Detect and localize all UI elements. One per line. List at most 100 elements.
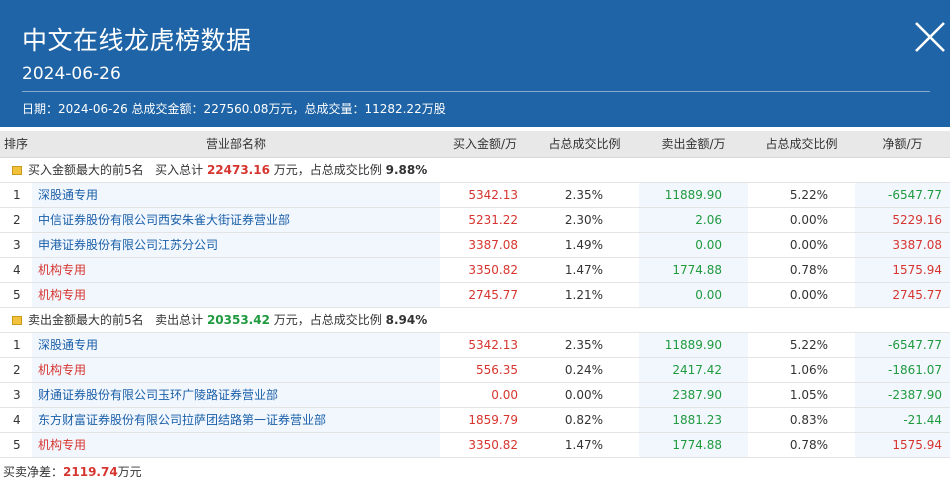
buy-ratio: 1.47%	[530, 257, 639, 283]
group-total-suffix: 万元，占总成交比例	[273, 313, 382, 327]
net-difference-value: 2119.74	[63, 465, 118, 479]
buy-ratio: 2.35%	[530, 182, 639, 208]
sell-ratio: 1.05%	[748, 382, 855, 408]
sell-amount: 11889.90	[639, 332, 748, 358]
buy-group-header: 买入金额最大的前5名 买入总计 22473.16 万元，占总成交比例 9.88%	[0, 157, 950, 183]
col-branch-name: 营业部名称	[32, 131, 440, 158]
row-rank: 2	[0, 357, 32, 383]
branch-link[interactable]: 深股通专用	[32, 332, 440, 358]
close-icon[interactable]	[912, 19, 948, 55]
branch-link[interactable]: 深股通专用	[32, 182, 440, 208]
sell-amount: 0.00	[639, 282, 748, 308]
folder-icon	[12, 316, 22, 325]
group-label: 买入金额最大的前5名	[28, 163, 144, 177]
buy-ratio: 2.30%	[530, 207, 639, 233]
sell-group-header: 卖出金额最大的前5名 卖出总计 20353.42 万元，占总成交比例 8.94%	[0, 307, 950, 333]
group-total-prefix: 卖出总计	[155, 313, 204, 327]
table-header-row: 排序 营业部名称 买入金额/万 占总成交比例 卖出金额/万 占总成交比例 净额/…	[0, 131, 950, 158]
table-row: 1 深股通专用 5342.13 2.35% 11889.90 5.22% -6547.77	[0, 182, 950, 208]
col-buy-ratio: 占总成交比例	[530, 131, 639, 158]
net-amount: -2387.90	[855, 382, 950, 408]
table-row: 5 机构专用 2745.77 1.21% 0.00 0.00% 2745.77	[0, 282, 950, 308]
folder-icon	[12, 166, 22, 175]
col-sell-amount: 卖出金额/万	[639, 131, 748, 158]
net-difference-label: 买卖净差：	[3, 465, 64, 479]
group-total-value: 22473.16	[206, 163, 270, 177]
buy-ratio: 1.47%	[530, 432, 639, 458]
header-panel: 中文在线龙虎榜数据 2024-06-26 日期：2024-06-26 总成交金额…	[0, 0, 950, 127]
branch-link[interactable]: 财通证券股份有限公司玉环广陵路证券营业部	[32, 382, 440, 408]
sell-amount: 0.00	[639, 232, 748, 258]
sell-ratio: 1.06%	[748, 357, 855, 383]
sell-amount: 1881.23	[639, 407, 748, 433]
branch-link[interactable]: 机构专用	[32, 357, 440, 383]
row-rank: 2	[0, 207, 32, 233]
net-difference-unit: 万元	[117, 465, 142, 479]
buy-ratio: 1.21%	[530, 282, 639, 308]
sell-ratio: 0.83%	[748, 407, 855, 433]
page-title: 中文在线龙虎榜数据	[22, 26, 252, 55]
buy-amount: 2745.77	[440, 282, 530, 308]
net-amount: 3387.08	[855, 232, 950, 258]
row-rank: 5	[0, 282, 32, 308]
net-amount: -6547.77	[855, 332, 950, 358]
group-label: 卖出金额最大的前5名	[28, 313, 144, 327]
table-row: 2 中信证券股份有限公司西安朱雀大街证券营业部 5231.22 2.30% 2.06 0.…	[0, 207, 950, 233]
group-total-value: 20353.42	[206, 313, 270, 327]
header-divider	[22, 91, 930, 92]
buy-ratio: 0.00%	[530, 382, 639, 408]
sell-group-summary: 卖出金额最大的前5名 卖出总计 20353.42 万元，占总成交比例 8.94%	[0, 307, 950, 333]
buy-amount: 5342.13	[440, 182, 530, 208]
branch-link[interactable]: 机构专用	[32, 432, 440, 458]
net-amount: -6547.77	[855, 182, 950, 208]
sell-ratio: 0.00%	[748, 282, 855, 308]
net-amount: 1575.94	[855, 432, 950, 458]
table-row: 5 机构专用 3350.82 1.47% 1774.88 0.78% 1575.94	[0, 432, 950, 458]
col-rank: 排序	[0, 131, 32, 158]
buy-amount: 5342.13	[440, 332, 530, 358]
sell-ratio: 0.00%	[748, 207, 855, 233]
sell-ratio: 0.78%	[748, 432, 855, 458]
branch-link[interactable]: 中信证券股份有限公司西安朱雀大街证券营业部	[32, 207, 440, 233]
lhb-table: 排序 营业部名称 买入金额/万 占总成交比例 卖出金额/万 占总成交比例 净额/…	[0, 131, 950, 458]
sell-amount: 1774.88	[639, 257, 748, 283]
net-amount: 2745.77	[855, 282, 950, 308]
net-difference: 买卖净差：2119.74万元	[3, 463, 142, 480]
row-rank: 3	[0, 382, 32, 408]
group-ratio: 8.94%	[385, 313, 428, 327]
group-total-prefix: 买入总计	[155, 163, 204, 177]
branch-link[interactable]: 申港证券股份有限公司江苏分公司	[32, 232, 440, 258]
branch-link[interactable]: 机构专用	[32, 257, 440, 283]
sell-amount: 1774.88	[639, 432, 748, 458]
buy-group-summary: 买入金额最大的前5名 买入总计 22473.16 万元，占总成交比例 9.88%	[0, 157, 950, 183]
table-row: 1 深股通专用 5342.13 2.35% 11889.90 5.22% -6547.77	[0, 332, 950, 358]
buy-amount: 5231.22	[440, 207, 530, 233]
buy-amount: 0.00	[440, 382, 530, 408]
branch-link[interactable]: 东方财富证券股份有限公司拉萨团结路第一证券营业部	[32, 407, 440, 433]
net-amount: 5229.16	[855, 207, 950, 233]
sell-amount: 2.06	[639, 207, 748, 233]
buy-ratio: 1.49%	[530, 232, 639, 258]
col-net-amount: 净额/万	[855, 131, 950, 158]
page-date: 2024-06-26	[22, 64, 121, 84]
buy-amount: 3350.82	[440, 257, 530, 283]
sell-ratio: 0.78%	[748, 257, 855, 283]
col-buy-amount: 买入金额/万	[440, 131, 530, 158]
branch-link[interactable]: 机构专用	[32, 282, 440, 308]
sell-amount: 2417.42	[639, 357, 748, 383]
table-row: 4 东方财富证券股份有限公司拉萨团结路第一证券营业部 1859.79 0.82% 188…	[0, 407, 950, 433]
net-amount: -21.44	[855, 407, 950, 433]
row-rank: 3	[0, 232, 32, 258]
sell-amount: 2387.90	[639, 382, 748, 408]
row-rank: 5	[0, 432, 32, 458]
sell-ratio: 5.22%	[748, 332, 855, 358]
trade-summary: 日期：2024-06-26 总成交金额：227560.08万元，总成交量：112…	[22, 102, 446, 116]
sell-ratio: 0.00%	[748, 232, 855, 258]
close-button[interactable]	[912, 19, 948, 55]
group-ratio: 9.88%	[385, 163, 428, 177]
col-sell-ratio: 占总成交比例	[748, 131, 855, 158]
row-rank: 4	[0, 407, 32, 433]
buy-ratio: 0.24%	[530, 357, 639, 383]
table-row: 2 机构专用 556.35 0.24% 2417.42 1.06% -1861.07	[0, 357, 950, 383]
group-total-suffix: 万元，占总成交比例	[273, 163, 382, 177]
